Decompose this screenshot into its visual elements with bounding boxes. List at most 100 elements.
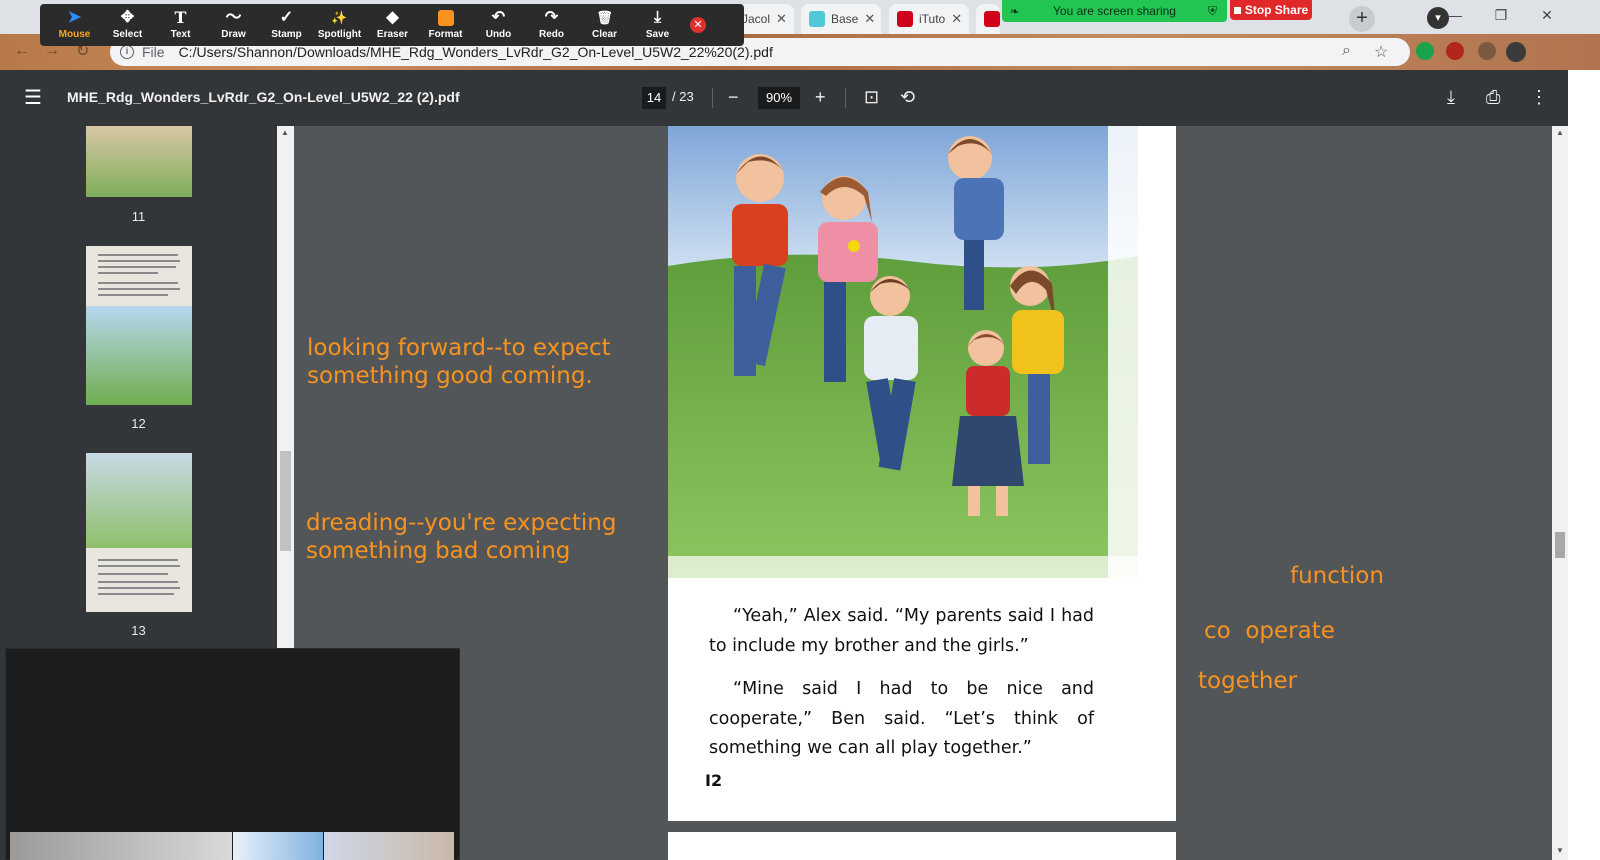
next-pdf-page bbox=[668, 832, 1176, 860]
zoom-lens-icon[interactable]: ⌕ bbox=[1342, 42, 1351, 60]
annotation-text[interactable]: looking forward--to expect bbox=[307, 334, 611, 362]
annotation-text[interactable]: co operate bbox=[1204, 617, 1335, 645]
zoom-in-icon[interactable]: + bbox=[815, 86, 826, 108]
tool-label: Eraser bbox=[376, 29, 409, 40]
browser-tab[interactable]: Base ✕ bbox=[801, 4, 881, 34]
video-tile[interactable] bbox=[324, 832, 454, 860]
page-total: / 23 bbox=[672, 89, 694, 104]
annotation-text[interactable]: something good coming. bbox=[307, 362, 593, 390]
tab-favicon-icon bbox=[897, 11, 913, 27]
browser-tab[interactable] bbox=[976, 4, 1000, 34]
stop-share-button[interactable]: Stop Share bbox=[1230, 0, 1312, 20]
annotation-text[interactable]: dreading--you're expecting bbox=[306, 509, 617, 537]
eraser-tool-button[interactable]: ◆ Eraser bbox=[366, 4, 419, 46]
profile-avatar[interactable] bbox=[1506, 42, 1526, 62]
info-icon[interactable]: i bbox=[120, 45, 134, 59]
ublock-icon[interactable] bbox=[1446, 42, 1464, 60]
leaf-icon: ❧ bbox=[1010, 5, 1020, 18]
print-icon[interactable]: ⎙ bbox=[1486, 86, 1500, 108]
screen-sharing-banner: ❧ You are screen sharing ⛨ bbox=[1002, 0, 1227, 22]
children-playing-illustration bbox=[668, 126, 1138, 578]
main-scrollbar[interactable]: ▲ ▼ bbox=[1552, 126, 1568, 860]
thumbnail-image bbox=[86, 306, 192, 405]
close-annotation-icon[interactable]: ✕ bbox=[690, 17, 706, 33]
annotation-text[interactable]: function bbox=[1290, 562, 1384, 590]
download-icon[interactable]: ⤓ bbox=[1447, 86, 1455, 108]
cursor-icon: ➤ bbox=[67, 9, 82, 26]
scroll-up-icon[interactable]: ▲ bbox=[1556, 128, 1564, 137]
back-icon[interactable]: ← bbox=[14, 42, 30, 60]
undo-button[interactable]: ↶ Undo bbox=[472, 4, 525, 46]
page-number-input[interactable]: 14 bbox=[642, 87, 666, 109]
thumbnail-text-line bbox=[98, 559, 178, 561]
redo-button[interactable]: ↷ Redo bbox=[525, 4, 578, 46]
browser-tab[interactable]: iTuto ✕ bbox=[889, 4, 969, 34]
thumbnail-text-line bbox=[98, 565, 180, 567]
trash-icon: 🗑 bbox=[596, 10, 613, 25]
thumbnail-label: 12 bbox=[131, 416, 146, 431]
toolbar-divider bbox=[845, 88, 846, 108]
thumbnail-text-line bbox=[98, 573, 168, 575]
scroll-up-icon[interactable]: ▲ bbox=[281, 128, 289, 137]
scrollbar-thumb[interactable] bbox=[1555, 532, 1565, 558]
url-text[interactable]: C:/Users/Shannon/Downloads/MHE_Rdg_Wonde… bbox=[179, 44, 773, 60]
tab-label: Jacol bbox=[742, 12, 771, 26]
save-icon: ⤓ bbox=[653, 9, 662, 26]
annotation-text[interactable]: something bad coming bbox=[306, 537, 570, 565]
format-tool-button[interactable]: Format bbox=[419, 4, 472, 46]
draw-tool-button[interactable]: 〜 Draw bbox=[207, 4, 260, 46]
page-thumbnail-13[interactable] bbox=[86, 453, 192, 612]
mouse-tool-button[interactable]: ➤ Mouse bbox=[48, 4, 101, 46]
more-options-icon[interactable]: ⋮ bbox=[1530, 86, 1548, 108]
eraser-icon: ◆ bbox=[386, 9, 399, 26]
restore-button[interactable]: ❐ bbox=[1478, 0, 1524, 30]
tool-label: Text bbox=[170, 29, 191, 40]
text-icon: T bbox=[174, 8, 187, 27]
page-thumbnail-12[interactable] bbox=[86, 246, 192, 405]
thumbnail-image bbox=[86, 126, 192, 197]
save-button[interactable]: ⤓ Save bbox=[631, 4, 684, 46]
thumbnail-text-line bbox=[98, 266, 176, 268]
pdf-toolbar: ☰ MHE_Rdg_Wonders_LvRdr_G2_On-Level_U5W2… bbox=[0, 70, 1600, 126]
tool-label: Format bbox=[428, 29, 463, 40]
annotation-text[interactable]: together bbox=[1198, 667, 1297, 695]
spotlight-tool-button[interactable]: ✨ Spotlight bbox=[313, 4, 366, 46]
scrollbar-thumb[interactable] bbox=[280, 451, 291, 551]
minimize-button[interactable]: — bbox=[1432, 0, 1478, 30]
select-tool-button[interactable]: ✥ Select bbox=[101, 4, 154, 46]
zoom-out-icon[interactable]: − bbox=[728, 86, 739, 108]
toolbar-divider bbox=[712, 88, 713, 108]
text-tool-button[interactable]: T Text bbox=[154, 4, 207, 46]
new-tab-button[interactable]: + bbox=[1349, 6, 1375, 32]
tool-label: Mouse bbox=[58, 29, 91, 40]
tool-label: Redo bbox=[539, 29, 564, 40]
close-window-button[interactable]: ✕ bbox=[1524, 0, 1570, 30]
fit-page-icon[interactable]: ⊡ bbox=[864, 86, 879, 108]
thumbnail-label: 11 bbox=[131, 209, 146, 224]
story-illustration bbox=[668, 126, 1138, 578]
thumbnail-text-line bbox=[98, 272, 158, 274]
puzzle-extensions-icon[interactable] bbox=[1478, 42, 1496, 60]
page-thumbnail-11[interactable] bbox=[86, 126, 192, 197]
close-tab-icon[interactable]: ✕ bbox=[951, 11, 962, 27]
video-tile[interactable] bbox=[10, 832, 232, 860]
annotation-toolbar: ➤ Mouse ✥ Select T Text 〜 Draw ✓ Stamp ✨… bbox=[40, 4, 744, 46]
close-tab-icon[interactable]: ✕ bbox=[864, 11, 875, 27]
sharing-status-text: You are screen sharing bbox=[1053, 4, 1176, 18]
zoom-level-input[interactable]: 90% bbox=[758, 87, 800, 109]
stamp-tool-button[interactable]: ✓ Stamp bbox=[260, 4, 313, 46]
scheme-label: File bbox=[142, 44, 165, 60]
extension-icon[interactable] bbox=[1416, 42, 1434, 60]
rotate-icon[interactable]: ⟲ bbox=[900, 86, 915, 108]
thumbnail-text-line bbox=[98, 581, 178, 583]
video-panel[interactable] bbox=[5, 648, 460, 860]
menu-icon[interactable]: ☰ bbox=[24, 88, 42, 108]
tool-label: Stamp bbox=[271, 29, 302, 40]
close-tab-icon[interactable]: ✕ bbox=[776, 11, 787, 27]
tool-label: Draw bbox=[221, 29, 246, 40]
scroll-down-icon[interactable]: ▼ bbox=[1556, 846, 1564, 855]
clear-button[interactable]: 🗑 Clear bbox=[578, 4, 631, 46]
video-tile[interactable] bbox=[233, 832, 323, 860]
bookmark-star-icon[interactable]: ☆ bbox=[1374, 42, 1388, 62]
thumbnail-text-line bbox=[98, 587, 180, 589]
